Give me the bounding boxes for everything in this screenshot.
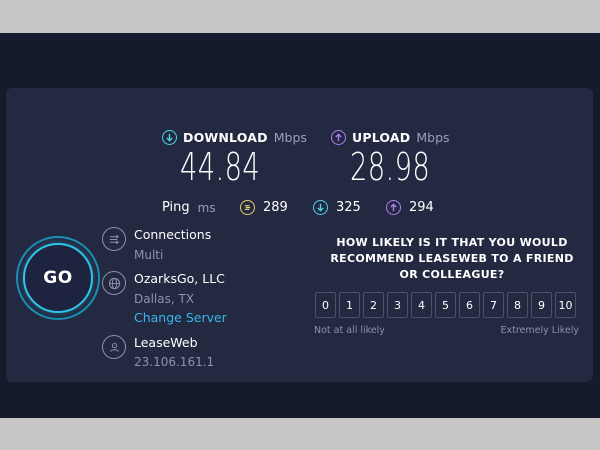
app-screen: DOWNLOAD Mbps 44.84 UPLOAD Mbps 28.98 Pi… [0, 33, 600, 418]
rating-option-8[interactable]: 8 [507, 292, 528, 318]
isp-name: OzarksGo, LLC [134, 271, 225, 286]
globe-icon [102, 271, 126, 295]
upload-label: UPLOAD [352, 130, 411, 145]
ping-upload-icon [386, 200, 401, 215]
rating-scale: 0 1 2 3 4 5 6 7 8 9 10 [315, 292, 576, 318]
connections-icon [102, 227, 126, 251]
go-button[interactable]: GO [23, 243, 93, 313]
results-card: DOWNLOAD Mbps 44.84 UPLOAD Mbps 28.98 Pi… [6, 88, 593, 382]
rating-option-10[interactable]: 10 [555, 292, 576, 318]
ping-row: Ping ms 289 325 294 [162, 200, 434, 215]
isp-location: Dallas, TX [134, 292, 195, 306]
upload-unit: Mbps [416, 130, 450, 145]
arrow-down-circle-icon [162, 130, 177, 145]
ping-idle: 289 [240, 200, 288, 215]
ping-upload-value: 294 [409, 200, 434, 215]
ping-download-value: 325 [336, 200, 361, 215]
upload-value: 28.98 [350, 145, 431, 189]
rating-option-0[interactable]: 0 [315, 292, 336, 318]
scale-high-label: Extremely Likely [500, 325, 579, 336]
ping-label: Ping [162, 200, 190, 215]
ping-download: 325 [313, 200, 361, 215]
download-value: 44.84 [180, 145, 261, 189]
connections-title: Connections [134, 227, 212, 242]
rating-option-1[interactable]: 1 [339, 292, 360, 318]
rating-option-3[interactable]: 3 [387, 292, 408, 318]
download-unit: Mbps [273, 130, 307, 145]
rating-option-5[interactable]: 5 [435, 292, 456, 318]
ping-idle-icon [240, 200, 255, 215]
user-icon [102, 335, 126, 359]
rating-option-4[interactable]: 4 [411, 292, 432, 318]
rating-option-6[interactable]: 6 [459, 292, 480, 318]
survey-question: HOW LIKELY IS IT THAT YOU WOULD RECOMMEN… [330, 236, 574, 281]
host-name: LeaseWeb [134, 335, 198, 350]
scale-low-label: Not at all likely [314, 325, 385, 336]
download-label: DOWNLOAD [183, 130, 268, 145]
ping-idle-value: 289 [263, 200, 288, 215]
arrow-up-circle-icon [331, 130, 346, 145]
download-header: DOWNLOAD Mbps [162, 130, 307, 145]
go-button-label: GO [43, 268, 73, 288]
rating-option-9[interactable]: 9 [531, 292, 552, 318]
connections-value: Multi [134, 248, 164, 262]
host-ip: 23.106.161.1 [134, 355, 215, 369]
ping-download-icon [313, 200, 328, 215]
rating-option-2[interactable]: 2 [363, 292, 384, 318]
change-server-link[interactable]: Change Server [134, 310, 227, 325]
rating-option-7[interactable]: 7 [483, 292, 504, 318]
ping-unit: ms [197, 200, 216, 215]
upload-header: UPLOAD Mbps [331, 130, 450, 145]
ping-upload: 294 [386, 200, 434, 215]
